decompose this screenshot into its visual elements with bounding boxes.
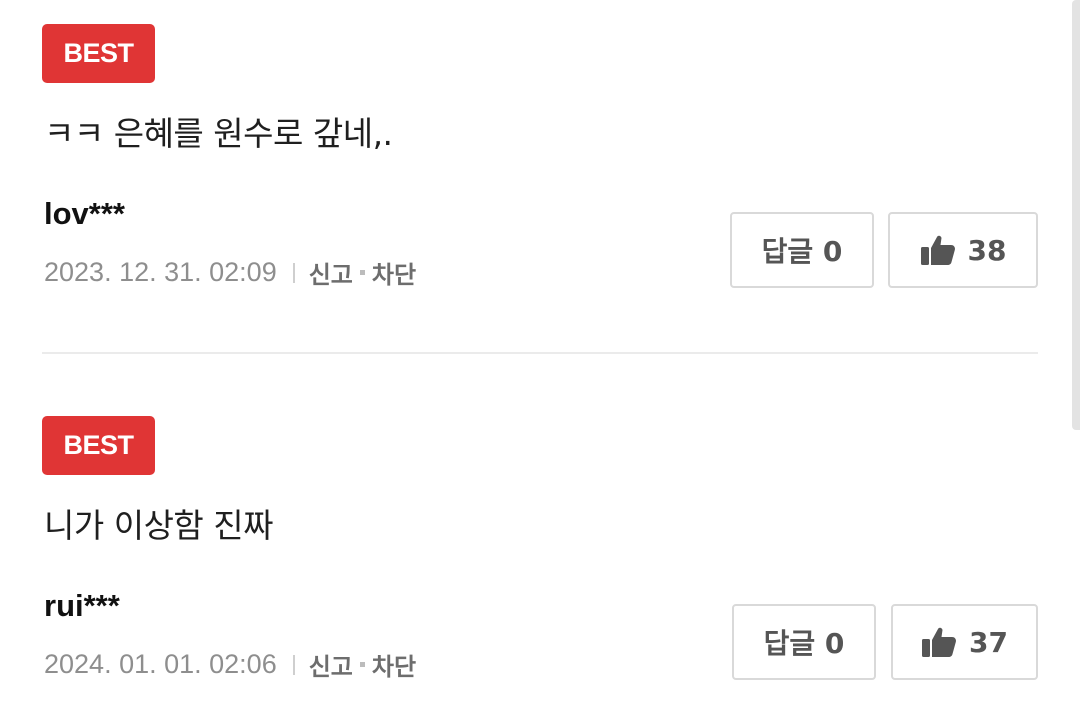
comment-meta: 2024. 01. 01. 02:06 신고 차단 (44, 647, 416, 682)
comment-date: 2024. 01. 01. 02:06 (44, 649, 277, 679)
meta-divider (292, 654, 295, 675)
meta-divider (292, 262, 295, 283)
like-count: 38 (967, 233, 1007, 267)
comment-author: lov*** (44, 196, 125, 231)
reply-button-label: 답글 0 (761, 235, 843, 268)
reply-button[interactable]: 답글 0 (730, 212, 874, 288)
comment-divider (42, 352, 1038, 354)
like-button[interactable]: 37 (891, 604, 1038, 680)
like-count: 37 (969, 625, 1008, 659)
reply-button[interactable]: 답글 0 (732, 604, 876, 680)
best-badge: BEST (42, 24, 155, 83)
block-link[interactable]: 차단 (372, 647, 416, 682)
scrollbar[interactable] (1072, 0, 1080, 430)
thumbs-up-icon (920, 235, 955, 265)
report-link[interactable]: 신고 (309, 647, 353, 682)
comment-text: 니가 이상함 진짜 (44, 506, 274, 545)
comment-author: rui*** (44, 588, 120, 623)
comment-text: ㅋㅋ 은혜를 원수로 갚네,. (44, 114, 393, 153)
best-badge: BEST (42, 416, 155, 475)
comment-date: 2023. 12. 31. 02:09 (44, 257, 277, 287)
meta-dot (359, 270, 365, 275)
comment-meta: 2023. 12. 31. 02:09 신고 차단 (44, 255, 416, 290)
like-button[interactable]: 38 (888, 212, 1038, 288)
reply-button-label: 답글 0 (763, 627, 845, 660)
meta-dot (359, 662, 365, 667)
block-link[interactable]: 차단 (372, 255, 416, 290)
comment-list: BEST ㅋㅋ 은혜를 원수로 갚네,. lov*** 2023. 12. 31… (0, 0, 1080, 716)
report-link[interactable]: 신고 (309, 255, 353, 290)
thumbs-up-icon (922, 627, 956, 657)
